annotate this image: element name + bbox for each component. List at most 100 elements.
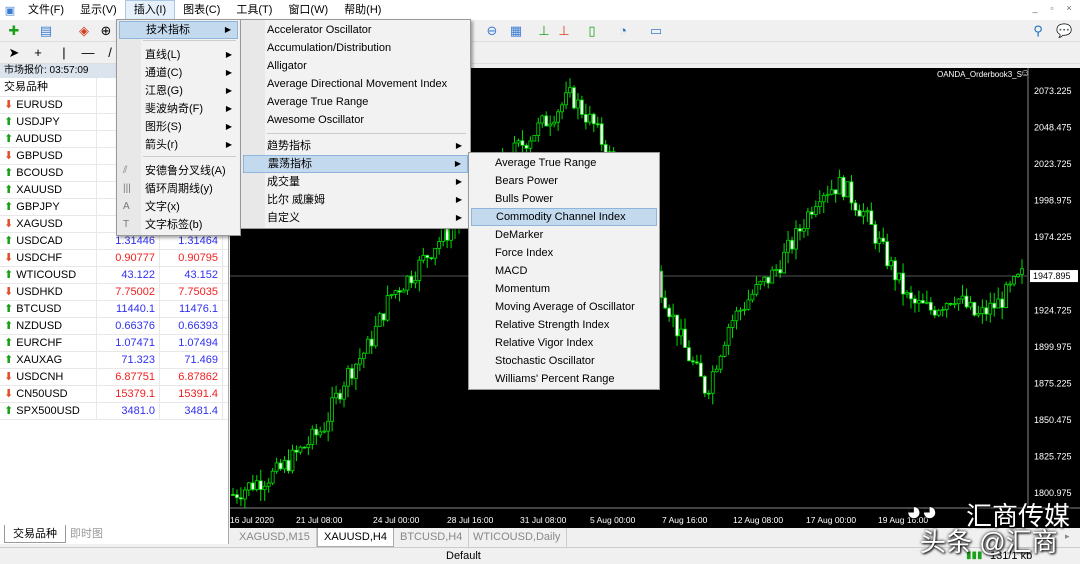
symbol-row[interactable]: ⬆ EURCHF 1.07471 1.07494 bbox=[0, 335, 228, 352]
indicator-menu-item[interactable]: Average Directional Movement Index bbox=[243, 75, 468, 93]
menu-insert[interactable]: 插入(I) bbox=[124, 0, 176, 20]
tile-windows-icon[interactable]: ▦ bbox=[508, 23, 524, 39]
periods-icon[interactable]: ◔ bbox=[615, 23, 631, 39]
menu-help[interactable]: 帮助(H) bbox=[336, 0, 389, 20]
menu-item-label: Average True Range bbox=[495, 157, 597, 169]
restore-icon[interactable]: ▫ bbox=[1045, 3, 1059, 17]
oscillator-menu-item[interactable]: Williams' Percent Range bbox=[471, 370, 657, 388]
symbol-row[interactable]: ⬆ WTICOUSD 43.122 43.152 bbox=[0, 267, 228, 284]
navigator-icon[interactable]: ⊕ bbox=[98, 23, 114, 39]
chart-shift-icon[interactable]: ⊥ bbox=[536, 23, 552, 39]
close-icon[interactable]: × bbox=[1062, 3, 1076, 17]
insert-menu-item[interactable]: 斐波纳奇(F) ▶ bbox=[119, 100, 238, 118]
candle-bearish bbox=[294, 449, 299, 453]
indicator-group-item[interactable]: 成交量 ▶ bbox=[243, 173, 468, 191]
oscillator-menu-item[interactable]: Stochastic Oscillator bbox=[471, 352, 657, 370]
search-icon[interactable]: ⚲ bbox=[1030, 23, 1046, 39]
symbol-cell: ⬆ WTICOUSD bbox=[0, 267, 97, 283]
candle-bearish bbox=[809, 211, 814, 215]
menu-tools[interactable]: 工具(T) bbox=[228, 0, 280, 20]
menu-item-label: 文字标签(b) bbox=[145, 219, 203, 231]
bid-cell: 71.323 bbox=[97, 352, 160, 368]
chart-tab[interactable]: WTICOUSD,Daily bbox=[467, 528, 568, 547]
symbol-row[interactable]: ⬇ USDCNH 6.87751 6.87862 bbox=[0, 369, 228, 386]
oscillator-menu-item[interactable]: Relative Strength Index bbox=[471, 316, 657, 334]
menu-view[interactable]: 显示(V) bbox=[72, 0, 125, 20]
crosshair-icon[interactable]: + bbox=[30, 45, 46, 61]
indicator-group-item[interactable]: 趋势指标 ▶ bbox=[243, 137, 468, 155]
candle-bullish bbox=[960, 295, 965, 300]
symbol-row[interactable]: ⬆ SPX500USD 3481.0 3481.4 bbox=[0, 403, 228, 420]
menu-item-label: 自定义 bbox=[267, 212, 300, 224]
chart-tab[interactable]: XAGUSD,M15 bbox=[233, 528, 317, 547]
symbol-row[interactable]: ⬆ NZDUSD 0.66376 0.66393 bbox=[0, 318, 228, 335]
chart-tab[interactable]: BTCUSD,H4 bbox=[394, 528, 470, 547]
oscillator-menu-item[interactable]: Bulls Power bbox=[471, 190, 657, 208]
insert-menu-item[interactable]: ||| 循环周期线(y) bbox=[119, 180, 238, 198]
oscillator-menu-item[interactable]: Force Index bbox=[471, 244, 657, 262]
oscillator-menu-item[interactable]: Moving Average of Oscillator bbox=[471, 298, 657, 316]
candle-bullish bbox=[516, 140, 521, 144]
indicator-menu-item[interactable]: Average True Range bbox=[243, 93, 468, 111]
ask-cell: 0.90795 bbox=[160, 250, 223, 266]
insert-menu-item[interactable]: 技术指标 ▶ bbox=[119, 21, 238, 39]
oscillator-menu-item[interactable]: Momentum bbox=[471, 280, 657, 298]
symbol-row[interactable]: ⬇ USDHKD 7.75002 7.75035 bbox=[0, 284, 228, 301]
insert-menu-item[interactable]: 直线(L) ▶ bbox=[119, 46, 238, 64]
insert-menu-item[interactable]: T 文字标签(b) bbox=[119, 216, 238, 234]
symbol-row[interactable]: ⬇ USDCHF 0.90777 0.90795 bbox=[0, 250, 228, 267]
symbol-row[interactable]: ⬆ XAUXAG 71.323 71.469 bbox=[0, 352, 228, 369]
symbol-row[interactable]: ⬆ BTCUSD 11440.1 11476.1 bbox=[0, 301, 228, 318]
oscillator-menu-item[interactable]: DeMarker bbox=[471, 226, 657, 244]
indicator-group-item[interactable]: 震荡指标 ▶ bbox=[243, 155, 468, 173]
vertical-line-icon[interactable]: | bbox=[56, 45, 72, 61]
tab-symbols[interactable]: 交易品种 bbox=[4, 525, 66, 543]
candle-bullish bbox=[540, 115, 545, 124]
arrow-down-icon: ⬇ bbox=[4, 371, 17, 383]
oscillator-menu-item[interactable]: Relative Vigor Index bbox=[471, 334, 657, 352]
menu-window[interactable]: 窗口(W) bbox=[280, 0, 336, 20]
indicators-icon[interactable]: ▯ bbox=[584, 23, 600, 39]
candle-bullish bbox=[877, 237, 882, 244]
profiles-icon[interactable]: ▤ bbox=[38, 23, 54, 39]
chart-tab-active[interactable]: XAUUSD,H4 bbox=[317, 528, 394, 547]
insert-menu-item[interactable]: 箭头(r) ▶ bbox=[119, 136, 238, 154]
market-watch-icon[interactable]: ◈ bbox=[76, 23, 92, 39]
oscillator-menu-item[interactable]: Bears Power bbox=[471, 172, 657, 190]
insert-menu-item[interactable]: ⫽ 安德鲁分叉线(A) bbox=[119, 162, 238, 180]
tab-tick-chart[interactable]: 即时图 bbox=[62, 525, 111, 543]
menu-file[interactable]: 文件(F) bbox=[20, 0, 72, 20]
cursor-icon[interactable]: ➤ bbox=[6, 45, 22, 61]
autoscroll-icon[interactable]: ⊥ bbox=[556, 23, 572, 39]
candle-bullish bbox=[361, 352, 366, 360]
indicator-group-item[interactable]: 比尔 威廉姆 ▶ bbox=[243, 191, 468, 209]
candle-bearish bbox=[964, 295, 969, 308]
symbol-row[interactable]: ⬇ CN50USD 15379.1 15391.4 bbox=[0, 386, 228, 403]
oscillator-menu-item[interactable]: Commodity Channel Index bbox=[471, 208, 657, 226]
candle-bullish bbox=[330, 397, 335, 422]
horizontal-line-icon[interactable]: — bbox=[80, 45, 96, 61]
chat-icon[interactable]: 💬 bbox=[1056, 23, 1072, 39]
oscillator-menu-item[interactable]: Average True Range bbox=[471, 154, 657, 172]
indicator-menu-item[interactable]: Accelerator Oscillator bbox=[243, 21, 468, 39]
indicator-menu-item[interactable]: Awesome Oscillator bbox=[243, 111, 468, 129]
insert-menu-item[interactable]: 图形(S) ▶ bbox=[119, 118, 238, 136]
time-tick-label: 17 Aug 00:00 bbox=[806, 515, 856, 525]
menu-charts[interactable]: 图表(C) bbox=[175, 0, 228, 20]
menu-item-label: 江恩(G) bbox=[145, 85, 183, 97]
oscillator-menu-item[interactable]: MACD bbox=[471, 262, 657, 280]
templates-icon[interactable]: ▭ bbox=[648, 23, 664, 39]
candle-bullish bbox=[532, 135, 537, 142]
indicator-group-item[interactable]: 自定义 ▶ bbox=[243, 209, 468, 227]
candle-bullish bbox=[393, 290, 398, 295]
insert-menu-item[interactable]: A 文字(x) bbox=[119, 198, 238, 216]
minimize-icon[interactable]: _ bbox=[1028, 3, 1042, 17]
insert-menu-item[interactable]: 通道(C) ▶ bbox=[119, 64, 238, 82]
indicator-menu-item[interactable]: Alligator bbox=[243, 57, 468, 75]
insert-menu-item[interactable]: 江恩(G) ▶ bbox=[119, 82, 238, 100]
indicator-menu-item[interactable]: Accumulation/Distribution bbox=[243, 39, 468, 57]
new-chart-icon[interactable]: ✚ bbox=[6, 23, 22, 39]
zoom-out-icon[interactable]: ⊖ bbox=[484, 23, 500, 39]
candle-bearish bbox=[235, 494, 239, 499]
candle-bullish bbox=[318, 431, 323, 436]
